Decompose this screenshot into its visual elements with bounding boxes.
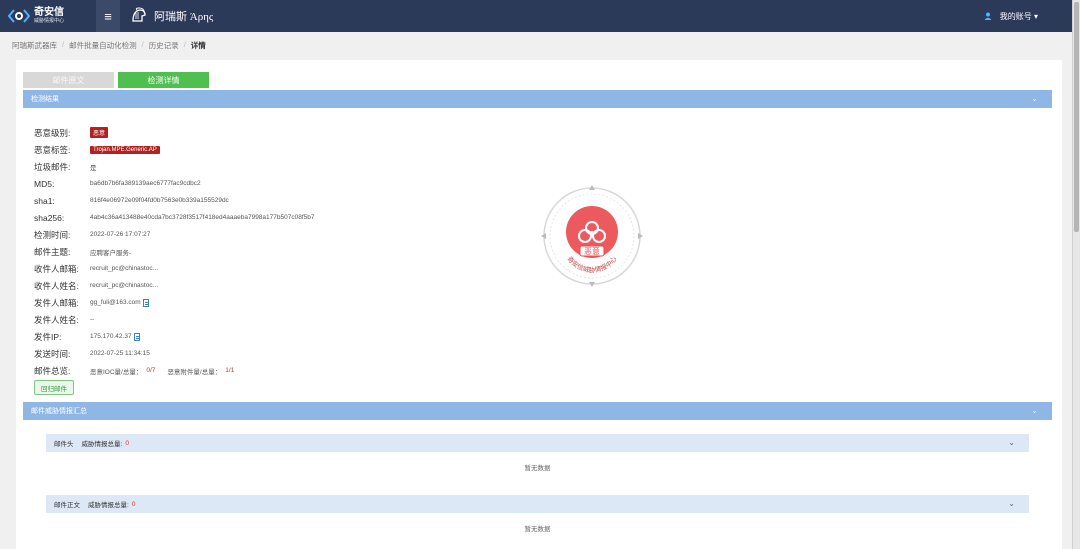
detection-result-header[interactable]: 检测结果 ⌄ bbox=[23, 90, 1052, 108]
threat-intel-header[interactable]: 邮件威胁情报汇总 ⌄ bbox=[23, 402, 1052, 420]
account-label: 我的账号 ▾ bbox=[999, 11, 1038, 21]
field-label: 收件人邮箱: bbox=[34, 263, 79, 274]
chevron-down-icon: ⌄ bbox=[1031, 94, 1038, 103]
breadcrumb-item-current: 详情 bbox=[190, 41, 206, 50]
field-row-sender-name: 发件人姓名: -- bbox=[34, 311, 314, 328]
document-icon[interactable] bbox=[142, 298, 149, 307]
section-title: 邮件威胁情报汇总 bbox=[31, 408, 87, 415]
top-navigation-bar: 奇安信 威胁情报中心 ≡ 阿瑞斯 Άρης 我的账号 ▾ bbox=[0, 0, 1072, 32]
field-label: 恶意标签: bbox=[34, 144, 71, 155]
scrollbar-thumb[interactable] bbox=[1074, 2, 1079, 232]
breadcrumb-item-batch-detection[interactable]: 邮件批量自动化检测 bbox=[69, 40, 137, 51]
page-scrollbar[interactable] bbox=[1072, 0, 1080, 549]
malicious-level-badge: 恶意 bbox=[90, 127, 109, 138]
sender-email-value: gg_fuli@163.com bbox=[90, 299, 141, 306]
field-row-recipient-name: 收件人姓名: recruit_pc@chinastoc... bbox=[34, 277, 314, 294]
field-row-md5: MD5: ba6db7b6fa389139aec6777fac9cdbc2 bbox=[34, 175, 314, 192]
field-row-subject: 邮件主题: 应聘客户服务- bbox=[34, 243, 314, 260]
breadcrumb-separator: / bbox=[141, 40, 144, 49]
field-row-detect-time: 检测时间: 2022-07-26 17:07:27 bbox=[34, 226, 314, 243]
md5-value: ba6db7b6fa389139aec6777fac9cdbc2 bbox=[90, 180, 201, 187]
account-menu[interactable]: 我的账号 ▾ bbox=[984, 0, 1038, 32]
field-label: 检测时间: bbox=[34, 229, 71, 240]
chevron-down-icon: ⌄ bbox=[1008, 499, 1015, 508]
sender-name-value: -- bbox=[90, 316, 95, 323]
breadcrumb-separator: / bbox=[183, 40, 186, 49]
logo-title: 奇安信 bbox=[34, 7, 64, 18]
field-label: 邮件主题: bbox=[34, 246, 71, 257]
field-row-overview: 邮件总览: 恶意IOC量/总量： 0/7 恶意附件量/总量： 1/1 bbox=[34, 362, 314, 379]
detection-fields: 恶意级别: 恶意 恶意标签: Trojan.MPE.Generic.AP 垃圾邮… bbox=[34, 124, 314, 379]
field-label: sha1: bbox=[34, 195, 55, 206]
tab-bar: 邮件原文 检测详情 bbox=[23, 72, 213, 88]
return-email-button[interactable]: 回归邮件 bbox=[34, 380, 74, 395]
field-row-malicious-level: 恶意级别: 恶意 bbox=[34, 124, 314, 141]
group-name: 邮件头 bbox=[54, 441, 74, 448]
intel-group-header-email-body[interactable]: 邮件正文 威胁情报总量: 0 ⌄ bbox=[46, 495, 1029, 513]
recipient-name-value: recruit_pc@chinastoc... bbox=[90, 282, 159, 289]
field-row-spam: 垃圾邮件: 是 bbox=[34, 158, 314, 175]
breadcrumb: 阿瑞斯武器库 / 邮件批量自动化检测 / 历史记录 / 详情 bbox=[12, 40, 206, 51]
breadcrumb-separator: / bbox=[62, 40, 65, 49]
recipient-email-value: recruit_pc@chinastoc... bbox=[90, 265, 159, 272]
tab-detection-details[interactable]: 检测详情 bbox=[118, 72, 209, 88]
field-label: MD5: bbox=[34, 178, 55, 189]
group-count: 0 bbox=[125, 439, 129, 447]
send-time-value: 2022-07-25 11:34:15 bbox=[90, 350, 150, 357]
product-name: 阿瑞斯 Άρης bbox=[154, 11, 214, 23]
field-label: 发件IP: bbox=[34, 331, 62, 342]
sender-ip-value: 175.170.42.37 bbox=[90, 333, 132, 340]
field-label: 恶意级别: bbox=[34, 127, 71, 138]
detail-card: 邮件原文 检测详情 检测结果 ⌄ 恶意级别: 恶意 恶意标签: Trojan.M… bbox=[16, 60, 1062, 549]
attachment-count[interactable]: 1/1 bbox=[225, 367, 234, 374]
sha1-value: 816f4e06972e09f04fd0b7563e0b339a155529dc bbox=[90, 197, 229, 204]
field-label: 发件人姓名: bbox=[34, 314, 79, 325]
product-title[interactable]: 阿瑞斯 Άρης bbox=[130, 7, 213, 25]
section-title: 检测结果 bbox=[31, 96, 59, 103]
tab-email-source[interactable]: 邮件原文 bbox=[23, 72, 114, 88]
menu-toggle-button[interactable]: ≡ bbox=[96, 0, 120, 32]
breadcrumb-item-history[interactable]: 历史记录 bbox=[149, 40, 179, 51]
field-row-recipient-email: 收件人邮箱: recruit_pc@chinastoc... bbox=[34, 260, 314, 277]
malicious-tag-badge: Trojan.MPE.Generic.AP bbox=[90, 145, 160, 154]
field-label: sha256: bbox=[34, 212, 65, 223]
group-count-label: 威胁情报总量: bbox=[88, 502, 129, 509]
malicious-stamp: 恶意 奇安信威胁情报中心 bbox=[541, 185, 643, 287]
spam-value: 是 bbox=[90, 164, 97, 172]
field-row-sender-email: 发件人邮箱: gg_fuli@163.com bbox=[34, 294, 314, 311]
ares-helmet-icon bbox=[132, 7, 146, 22]
chevron-down-icon: ⌄ bbox=[1031, 406, 1038, 415]
attachment-label: 恶意附件量/总量： bbox=[167, 368, 222, 376]
stamp-label: 恶意 bbox=[584, 246, 600, 256]
field-row-malicious-tag: 恶意标签: Trojan.MPE.Generic.AP bbox=[34, 141, 314, 158]
intel-group-header-email-head[interactable]: 邮件头 威胁情报总量: 0 ⌄ bbox=[46, 434, 1029, 452]
field-label: 收件人姓名: bbox=[34, 280, 79, 291]
empty-state: 暂无数据 bbox=[524, 465, 551, 472]
field-label: 发件人邮箱: bbox=[34, 297, 79, 308]
field-row-send-time: 发送时间: 2022-07-25 11:34:15 bbox=[34, 345, 314, 362]
breadcrumb-item-arsenal[interactable]: 阿瑞斯武器库 bbox=[12, 40, 57, 51]
field-label: 邮件总览: bbox=[34, 365, 71, 376]
logo-subtitle: 威胁情报中心 bbox=[34, 18, 65, 24]
ioc-label: 恶意IOC量/总量： bbox=[90, 368, 143, 376]
chevron-down-icon: ⌄ bbox=[1008, 438, 1015, 447]
user-icon bbox=[984, 12, 992, 20]
logo-icon bbox=[8, 9, 30, 23]
empty-state: 暂无数据 bbox=[524, 526, 551, 533]
subject-value: 应聘客户服务- bbox=[90, 249, 132, 257]
hamburger-menu-icon: ≡ bbox=[104, 8, 112, 24]
detect-time-value: 2022-07-26 17:07:27 bbox=[90, 231, 151, 238]
group-count-label: 威胁情报总量: bbox=[81, 441, 123, 448]
field-label: 发送时间: bbox=[34, 348, 71, 359]
field-row-sender-ip: 发件IP: 175.170.42.37 bbox=[34, 328, 314, 345]
group-count: 0 bbox=[131, 500, 136, 508]
field-row-sha1: sha1: 816f4e06972e09f04fd0b7563e0b339a15… bbox=[34, 192, 314, 209]
ioc-count[interactable]: 0/7 bbox=[146, 367, 155, 374]
sha256-value: 4ab4c36a413488e40cda7bc3728f3517f418ed4a… bbox=[90, 214, 315, 221]
document-icon[interactable] bbox=[133, 332, 140, 341]
group-name: 邮件正文 bbox=[54, 502, 80, 509]
field-row-sha256: sha256: 4ab4c36a413488e40cda7bc3728f3517… bbox=[34, 209, 314, 226]
field-label: 垃圾邮件: bbox=[34, 161, 71, 172]
qianxin-logo[interactable]: 奇安信 威胁情报中心 bbox=[8, 8, 88, 24]
